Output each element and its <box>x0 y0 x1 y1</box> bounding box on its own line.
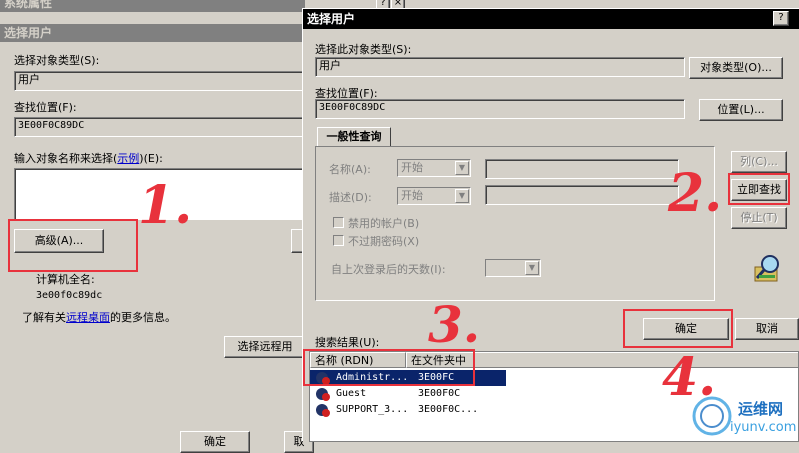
days-since-logon-label: 自上次登录后的天数(I): <box>331 263 446 276</box>
tab-general-query[interactable]: 一般性查询 <box>317 127 391 147</box>
name-field[interactable] <box>485 159 679 179</box>
back-enter-names-label: 输入对象名称来选择(示例)(E): <box>14 152 163 165</box>
dialog-close-button[interactable]: ? <box>773 11 789 26</box>
description-match-combo[interactable]: 开始 ▼ <box>397 187 471 205</box>
days-since-logon-combo[interactable]: ▼ <box>485 259 541 277</box>
chevron-down-icon: ▼ <box>525 261 539 275</box>
highlight-find-now <box>728 173 790 205</box>
select-remote-users-button[interactable]: 选择远程用 <box>224 336 306 358</box>
name-match-combo[interactable]: 开始 ▼ <box>397 159 471 177</box>
back-ok-button[interactable]: 确定 <box>180 431 250 453</box>
select-users-titlebar: 选择用户 <box>303 9 799 29</box>
step-2-annotation: 2. <box>668 163 723 224</box>
chevron-down-icon: ▼ <box>455 189 469 203</box>
computer-name-value: 3e00f0c89dc <box>36 290 103 301</box>
watermark-logo: 运维网 iyunv.com <box>690 390 799 441</box>
disabled-user-icon <box>316 404 330 417</box>
step-1-annotation: 1. <box>138 175 193 236</box>
description-field[interactable] <box>485 185 679 205</box>
back-location-label: 查找位置(F): <box>14 101 77 114</box>
system-properties-titlebar: 系统属性 <box>0 0 305 12</box>
back-location-field: 3E00F0C89DC <box>14 117 305 137</box>
object-types-button[interactable]: 对象类型(O)... <box>689 57 783 79</box>
disabled-user-icon <box>316 388 330 401</box>
step-3-annotation: 3. <box>428 295 481 354</box>
watermark-brand: 运维网 <box>738 400 784 418</box>
watermark-url: iyunv.com <box>730 420 797 435</box>
object-type-label: 选择此对象类型(S): <box>315 43 412 56</box>
remote-desktop-link[interactable]: 远程桌面 <box>66 311 110 324</box>
system-properties-title: 系统属性 <box>4 0 53 10</box>
examples-link[interactable]: 示例 <box>117 152 139 165</box>
cancel-button[interactable]: 取消 <box>735 318 799 340</box>
nonexpiring-password-label: 不过期密码(X) <box>348 235 420 248</box>
computer-name-label: 计算机全名: <box>36 273 95 286</box>
stop-button[interactable]: 停止(T) <box>731 207 787 229</box>
highlight-advanced <box>8 219 138 272</box>
object-type-field: 用户 <box>315 57 685 77</box>
nonexpiring-password-checkbox[interactable] <box>333 235 344 246</box>
highlight-ok <box>623 309 733 348</box>
columns-button[interactable]: 列(C)... <box>731 151 787 173</box>
back-dialog-title: 选择用户 <box>4 26 53 40</box>
disabled-accounts-label: 禁用的帐户(B) <box>348 217 420 230</box>
name-label: 名称(A): <box>329 163 371 176</box>
more-info-text: 了解有关远程桌面的更多信息。 <box>22 311 176 324</box>
location-field: 3E00F0C89DC <box>315 99 685 119</box>
back-select-users-titlebar: 选择用户 <box>0 24 305 42</box>
disabled-accounts-checkbox[interactable] <box>333 217 344 228</box>
back-object-type-label: 选择对象类型(S): <box>14 54 100 67</box>
description-label: 描述(D): <box>329 191 372 204</box>
highlight-results <box>303 349 475 386</box>
search-results-label: 搜索结果(U): <box>315 336 380 349</box>
search-magnifier-icon <box>749 251 785 287</box>
locations-button[interactable]: 位置(L)... <box>699 99 783 121</box>
dialog-title: 选择用户 <box>307 12 356 26</box>
watermark-swirl-icon <box>692 396 732 436</box>
chevron-down-icon: ▼ <box>455 161 469 175</box>
back-object-type-field: 用户 <box>14 71 305 91</box>
